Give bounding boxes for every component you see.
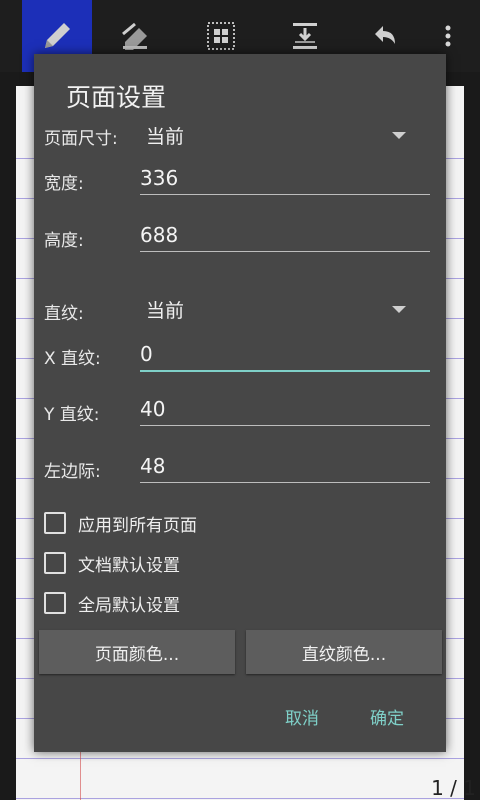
ok-button[interactable]: 确定 [370,704,404,729]
eraser-icon [122,22,147,50]
apply-all-pages-label: 应用到所有页面 [78,515,197,536]
x-ruling-input[interactable] [140,342,420,366]
ruling-value: 当前 [146,300,185,322]
cancel-button[interactable]: 取消 [285,704,319,729]
height-input[interactable] [140,223,420,247]
ruling-line [16,798,464,799]
apply-all-pages-checkbox-row[interactable]: 应用到所有页面 [44,509,197,537]
width-input[interactable] [140,166,420,190]
page-size-label: 页面尺寸: [44,129,118,149]
global-default-checkbox-row[interactable]: 全局默认设置 [44,589,180,617]
apply-all-pages-checkbox[interactable] [44,512,66,534]
left-margin-label: 左边际: [44,462,101,482]
dropdown-arrow-icon [392,306,406,313]
dropdown-arrow-icon [392,132,406,139]
document-default-checkbox[interactable] [44,552,66,574]
width-field [140,154,430,195]
width-label: 宽度: [44,174,84,194]
pen-icon [45,23,70,48]
ruling-line [16,758,464,759]
x-ruling-field [140,330,430,372]
global-default-checkbox[interactable] [44,592,66,614]
undo-icon [375,26,395,44]
more-vertical-icon [445,25,451,47]
page-size-spinner[interactable]: 当前 [146,120,432,154]
left-margin-field [140,442,430,483]
global-default-label: 全局默认设置 [78,595,180,616]
ruling-spinner[interactable]: 当前 [146,294,432,328]
height-field [140,211,430,252]
insert-space-icon [293,23,317,49]
page-indicator: 1 / 1 [431,776,476,800]
page-size-value: 当前 [146,126,185,148]
dialog-title: 页面设置 [66,83,167,112]
document-default-checkbox-row[interactable]: 文档默认设置 [44,549,180,577]
y-ruling-label: Y 直纹: [44,405,100,425]
y-ruling-field [140,385,430,426]
page-color-button[interactable]: 页面颜色... [39,630,235,674]
x-ruling-label: X 直纹: [44,349,101,369]
page-settings-dialog: 页面设置 页面尺寸: 当前 宽度: 高度: 直纹: 当前 X 直纹: Y 直纹:… [34,54,446,752]
document-default-label: 文档默认设置 [78,555,180,576]
y-ruling-input[interactable] [140,397,420,421]
left-margin-input[interactable] [140,454,420,478]
ruling-color-button[interactable]: 直纹颜色... [246,630,442,674]
ruling-label: 直纹: [44,304,84,324]
select-grid-icon [207,22,235,50]
height-label: 高度: [44,231,84,251]
